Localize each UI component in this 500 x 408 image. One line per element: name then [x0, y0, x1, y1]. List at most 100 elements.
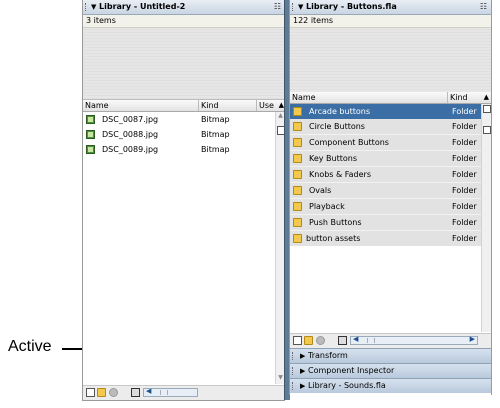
- scroll-right-icon[interactable]: ▶: [470, 335, 475, 343]
- list-item[interactable]: Component Buttons Folder: [290, 134, 481, 150]
- properties-icon[interactable]: [109, 388, 118, 397]
- column-header: Name Kind ▲: [290, 92, 491, 104]
- panel-grip-icon[interactable]: [292, 382, 296, 390]
- list-item-selected[interactable]: Arcade buttons Folder: [290, 104, 481, 119]
- list-item[interactable]: Push Buttons Folder: [290, 214, 481, 230]
- item-name: button assets: [306, 234, 361, 243]
- panel-options-icon[interactable]: ☷: [274, 0, 281, 14]
- item-count: 3 items: [83, 15, 285, 28]
- item-name: Circle Buttons: [309, 122, 365, 131]
- panel-options-icon[interactable]: ☷: [480, 0, 487, 14]
- list-item[interactable]: DSC_0087.jpg Bitmap: [83, 112, 275, 127]
- folder-icon: [293, 186, 302, 195]
- item-kind: Bitmap: [201, 145, 230, 154]
- column-use-header[interactable]: Use: [257, 100, 277, 111]
- item-kind: Folder: [452, 107, 477, 116]
- expand-triangle-icon[interactable]: ▶: [300, 364, 305, 378]
- panel-component-inspector[interactable]: ▶ Component Inspector: [290, 363, 491, 378]
- item-kind: Folder: [452, 202, 477, 211]
- scroll-left-icon[interactable]: ◀: [146, 387, 151, 395]
- preview-area: [290, 28, 491, 100]
- list-item[interactable]: DSC_0088.jpg Bitmap: [83, 127, 275, 142]
- new-folder-icon[interactable]: [97, 388, 106, 397]
- item-kind: Folder: [452, 186, 477, 195]
- item-kind: Bitmap: [201, 130, 230, 139]
- bitmap-icon: [86, 145, 95, 154]
- item-kind: Folder: [452, 170, 477, 179]
- new-folder-icon[interactable]: [304, 336, 313, 345]
- trash-icon[interactable]: [338, 336, 347, 345]
- scroll-thumb[interactable]: [483, 105, 491, 113]
- item-kind: Folder: [452, 154, 477, 163]
- panel-label: Component Inspector: [308, 366, 395, 375]
- item-name: Key Buttons: [309, 154, 358, 163]
- panel-titlebar[interactable]: ▼ Library - Buttons.fla ☷: [290, 0, 491, 15]
- panel-grip-icon[interactable]: [292, 3, 296, 11]
- expand-triangle-icon[interactable]: ▶: [300, 349, 305, 363]
- panel-title: Library - Untitled-2: [99, 2, 186, 11]
- panel-title: Library - Buttons.fla: [306, 2, 397, 11]
- item-name: Playback: [309, 202, 345, 211]
- list-item[interactable]: Playback Folder: [290, 198, 481, 214]
- horizontal-scrollbar[interactable]: ◀ ▶: [350, 335, 478, 345]
- column-kind-header[interactable]: Kind: [448, 92, 476, 103]
- vertical-scrollbar[interactable]: [481, 104, 491, 332]
- library-item-list: Arcade buttons Folder Circle Buttons Fol…: [290, 104, 481, 246]
- bitmap-icon: [86, 130, 95, 139]
- folder-icon: [293, 107, 302, 116]
- panel-transform[interactable]: ▶ Transform: [290, 348, 491, 363]
- new-symbol-icon[interactable]: [86, 388, 95, 397]
- scroll-left-icon[interactable]: ◀: [353, 335, 358, 343]
- column-header: Name Kind Use ▲: [83, 100, 285, 112]
- properties-icon[interactable]: [316, 336, 325, 345]
- new-symbol-icon[interactable]: [293, 336, 302, 345]
- folder-icon: [293, 170, 302, 179]
- item-kind: Bitmap: [201, 115, 230, 124]
- panel-label: Transform: [308, 351, 348, 360]
- folder-icon: [293, 202, 302, 211]
- active-callout-label: Active: [8, 338, 52, 355]
- collapse-triangle-icon[interactable]: ▼: [298, 0, 303, 14]
- item-kind: Folder: [452, 218, 477, 227]
- item-name: DSC_0088.jpg: [102, 130, 159, 139]
- trash-icon[interactable]: [131, 388, 140, 397]
- preview-area: [83, 28, 285, 100]
- library-bottom-toolbar: ◀: [83, 385, 285, 400]
- panel-grip-icon[interactable]: [292, 352, 296, 360]
- folder-icon: [293, 138, 302, 147]
- scroll-grip[interactable]: [367, 338, 375, 343]
- sort-order-icon[interactable]: ▲: [484, 92, 489, 103]
- library-item-list: DSC_0087.jpg Bitmap DSC_0088.jpg Bitmap …: [83, 112, 275, 157]
- list-item[interactable]: Key Buttons Folder: [290, 150, 481, 166]
- item-name: Knobs & Faders: [309, 170, 372, 179]
- item-name: Ovals: [309, 186, 332, 195]
- library-panel-buttons: ▼ Library - Buttons.fla ☷ 122 items Name…: [289, 0, 492, 395]
- panel-grip-icon[interactable]: [85, 3, 89, 11]
- folder-icon: [293, 218, 302, 227]
- item-kind: Folder: [452, 234, 477, 243]
- column-name-header[interactable]: Name: [290, 92, 448, 103]
- horizontal-scrollbar[interactable]: ◀: [143, 387, 198, 397]
- bitmap-icon: [86, 115, 95, 124]
- list-item[interactable]: Ovals Folder: [290, 182, 481, 198]
- item-count: 122 items: [290, 15, 491, 28]
- collapse-triangle-icon[interactable]: ▼: [91, 0, 96, 14]
- panel-titlebar[interactable]: ▼ Library - Untitled-2 ☷: [83, 0, 285, 15]
- column-kind-header[interactable]: Kind: [199, 100, 257, 111]
- item-kind: Folder: [452, 138, 477, 147]
- folder-icon: [293, 234, 302, 243]
- column-name-header[interactable]: Name: [83, 100, 199, 111]
- scroll-grip[interactable]: [160, 390, 168, 395]
- item-name: Push Buttons: [309, 218, 362, 227]
- list-item[interactable]: button assets Folder: [290, 230, 481, 246]
- folder-icon: [293, 154, 302, 163]
- panel-grip-icon[interactable]: [292, 367, 296, 375]
- panel-library-sounds[interactable]: ▶ Library - Sounds.fla: [290, 378, 491, 393]
- list-item[interactable]: Knobs & Faders Folder: [290, 166, 481, 182]
- list-item[interactable]: Circle Buttons Folder: [290, 119, 481, 134]
- scroll-thumb-lower[interactable]: [483, 126, 491, 134]
- item-name: Component Buttons: [309, 138, 389, 147]
- item-name: Arcade buttons: [309, 107, 370, 116]
- list-item[interactable]: DSC_0089.jpg Bitmap: [83, 142, 275, 157]
- expand-triangle-icon[interactable]: ▶: [300, 379, 305, 393]
